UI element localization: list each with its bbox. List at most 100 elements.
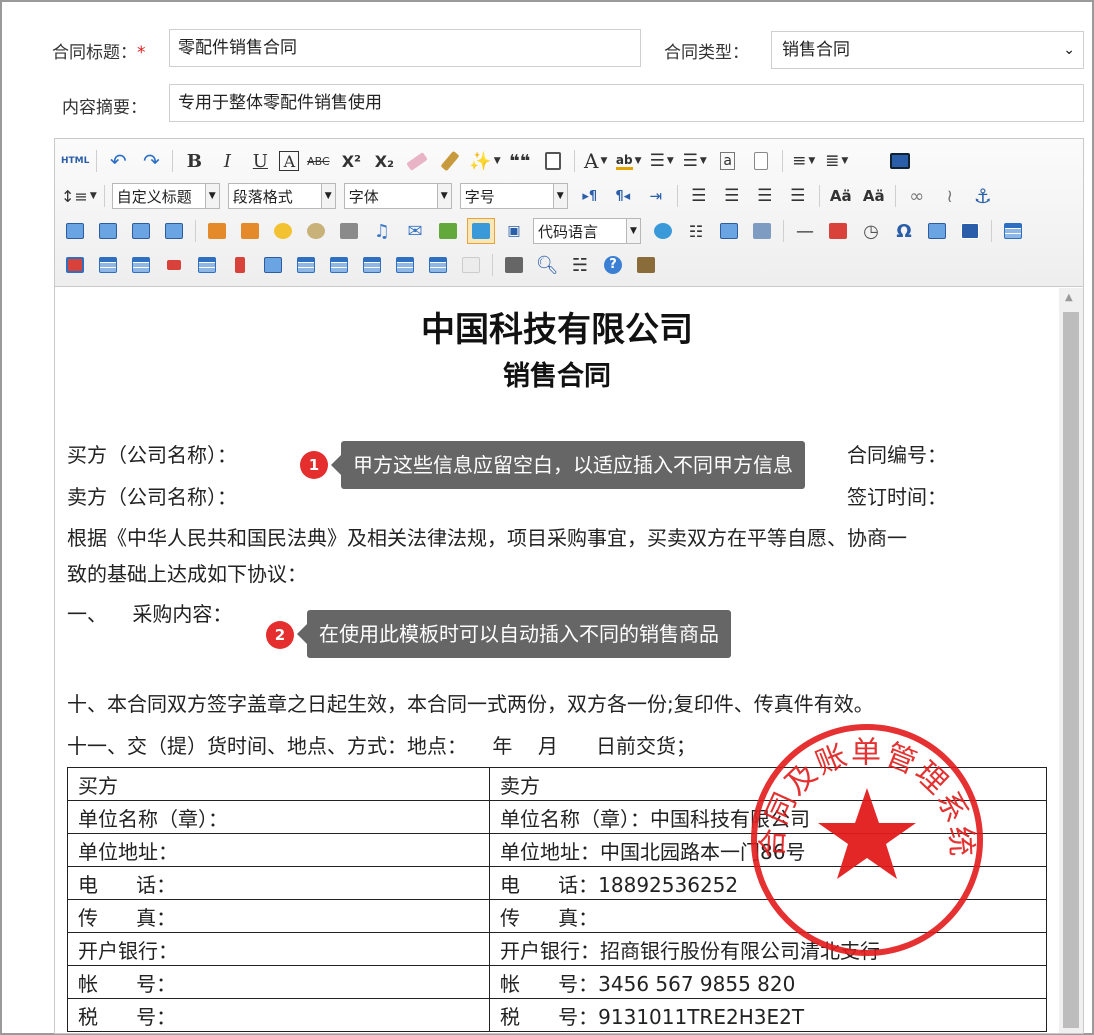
toolbar-separator	[96, 150, 98, 172]
document-icon[interactable]	[747, 148, 775, 174]
email-link-icon[interactable]: a	[714, 148, 742, 174]
template-icon[interactable]	[715, 218, 743, 244]
delete-col-icon[interactable]	[226, 252, 254, 278]
split-to-rows-icon[interactable]	[391, 252, 419, 278]
insert-col-icon[interactable]	[193, 252, 221, 278]
contract-type-value: 销售合同	[782, 40, 850, 60]
background-color-button[interactable]: ab ▼	[615, 148, 643, 174]
align-center-icon[interactable]: ☰	[718, 183, 746, 209]
insert-image-icon[interactable]	[203, 218, 231, 244]
align-justify-icon[interactable]: ☰	[784, 183, 812, 209]
horizontal-rule-icon[interactable]: —	[791, 218, 819, 244]
ordered-list-icon[interactable]: ☰ ▼	[648, 148, 676, 174]
page-break-icon[interactable]: ☷	[682, 218, 710, 244]
toolbar-separator	[195, 220, 196, 242]
delete-row-icon[interactable]	[160, 252, 188, 278]
date-icon[interactable]	[824, 218, 852, 244]
insert-video-icon[interactable]	[335, 218, 363, 244]
image-center-icon[interactable]	[160, 218, 188, 244]
row-spacing-icon[interactable]: ↕≡ ▼	[61, 183, 97, 209]
word-paste-icon[interactable]	[956, 218, 984, 244]
lowercase-icon[interactable]: Aä	[860, 183, 888, 209]
insert-paragraph-before-table-icon[interactable]	[94, 252, 122, 278]
toolbar-row-1: HTML ↶ ↷ B I U A ABC X² X₂ ✨ ▼ ❝❝ A ▼ ab ▼	[61, 146, 919, 176]
print-icon[interactable]	[500, 252, 528, 278]
code-language-select[interactable]: 代码语言 ▼	[533, 218, 641, 244]
background-icon[interactable]	[748, 218, 776, 244]
italic-button[interactable]: I	[213, 148, 241, 174]
preview-icon[interactable]: 🔍︎	[533, 252, 561, 278]
web-page-icon[interactable]	[649, 218, 677, 244]
anchor-icon[interactable]: ⚓	[969, 183, 997, 209]
ltr-icon[interactable]: ▸¶	[576, 183, 604, 209]
unordered-list-icon[interactable]: ☰ ▼	[681, 148, 709, 174]
wordimage-icon[interactable]	[923, 218, 951, 244]
split-to-cols-icon[interactable]	[424, 252, 452, 278]
format-brush-icon[interactable]	[436, 148, 464, 174]
drafts-icon[interactable]	[632, 252, 660, 278]
superscript-button[interactable]: X²	[337, 148, 365, 174]
scrawl-icon[interactable]	[302, 218, 330, 244]
paste-text-icon[interactable]	[539, 148, 567, 174]
attachment-icon[interactable]: ✉	[401, 218, 429, 244]
help-icon[interactable]: ?	[599, 252, 627, 278]
split-to-cells-icon[interactable]	[358, 252, 386, 278]
editor-content[interactable]: 中国科技有限公司 销售合同 买方（公司名称）： 合同编号： 卖方（公司名称）： …	[55, 288, 1059, 1033]
image-float-none-icon[interactable]	[61, 218, 89, 244]
merge-right-icon[interactable]	[292, 252, 320, 278]
font-border-button[interactable]: A	[279, 151, 300, 171]
font-color-button[interactable]: A ▼	[582, 148, 610, 174]
music-icon[interactable]: ♫	[368, 218, 396, 244]
contract-type-select[interactable]: 销售合同 ⌄	[771, 31, 1084, 69]
uppercase-icon[interactable]: Aä	[827, 183, 855, 209]
undo-icon[interactable]: ↶	[104, 148, 132, 174]
contract-title-input[interactable]: 零配件销售合同	[169, 29, 641, 67]
eraser-icon[interactable]	[403, 148, 431, 174]
heading-select[interactable]: 自定义标题 ▼	[111, 183, 220, 209]
blockquote-button[interactable]: ❝❝	[506, 148, 534, 174]
line-height-icon[interactable]: ≡ ▼	[790, 148, 818, 174]
font-family-select[interactable]: 字体 ▼	[343, 183, 452, 209]
paragraph-format-select[interactable]: 段落格式 ▼	[227, 183, 336, 209]
link-icon[interactable]: ∞	[903, 183, 931, 209]
image-float-right-icon[interactable]	[127, 218, 155, 244]
content-scrollbar[interactable]: ▲	[1059, 288, 1083, 1033]
unlink-icon[interactable]: ≀	[936, 183, 964, 209]
fullscreen-icon[interactable]	[886, 148, 914, 174]
scroll-up-icon[interactable]: ▲	[1065, 292, 1073, 303]
image-float-left-icon[interactable]	[94, 218, 122, 244]
scrollbar-thumb[interactable]	[1063, 312, 1079, 1028]
merge-cells-icon[interactable]	[259, 252, 287, 278]
search-replace-icon[interactable]: ☵	[566, 252, 594, 278]
align-right-icon[interactable]: ☰	[751, 183, 779, 209]
bold-button[interactable]: B	[180, 148, 208, 174]
insert-row-icon[interactable]	[127, 252, 155, 278]
font-size-select[interactable]: 字号 ▼	[459, 183, 568, 209]
magic-wand-icon[interactable]: ✨ ▼	[469, 148, 500, 174]
paragraph-spacing-icon[interactable]: ≣ ▼	[823, 148, 851, 174]
clause-eleven: 十一、交（提）货时间、地点、方式：地点： 年 月 日前交货；	[67, 734, 697, 758]
align-left-icon[interactable]: ☰	[685, 183, 713, 209]
subscript-button[interactable]: X₂	[370, 148, 398, 174]
toolbar-separator	[492, 254, 493, 276]
seller-cell: 卖方	[489, 767, 1047, 801]
insert-frame-icon[interactable]: ▣	[500, 218, 528, 244]
delete-table-icon[interactable]	[61, 252, 89, 278]
redo-icon[interactable]: ↷	[137, 148, 165, 174]
html-source-button[interactable]: HTML	[61, 148, 89, 174]
emotion-icon[interactable]	[269, 218, 297, 244]
summary-input[interactable]: 专用于整体零配件销售使用	[169, 84, 1084, 122]
insert-table-icon[interactable]	[999, 218, 1027, 244]
strikethrough-button[interactable]: ABC	[304, 148, 332, 174]
underline-button[interactable]: U	[246, 148, 274, 174]
chevron-down-icon: ⌄	[1063, 42, 1075, 58]
rich-text-editor: HTML ↶ ↷ B I U A ABC X² X₂ ✨ ▼ ❝❝ A ▼ ab ▼	[54, 138, 1084, 1034]
map-icon[interactable]	[434, 218, 462, 244]
time-icon[interactable]: ◷	[857, 218, 885, 244]
multi-image-icon[interactable]	[236, 218, 264, 244]
google-map-icon[interactable]	[467, 218, 495, 244]
special-char-button[interactable]: Ω	[890, 218, 918, 244]
merge-down-icon[interactable]	[325, 252, 353, 278]
rtl-icon[interactable]: ¶◂	[609, 183, 637, 209]
indent-icon[interactable]: ⇥	[642, 183, 670, 209]
